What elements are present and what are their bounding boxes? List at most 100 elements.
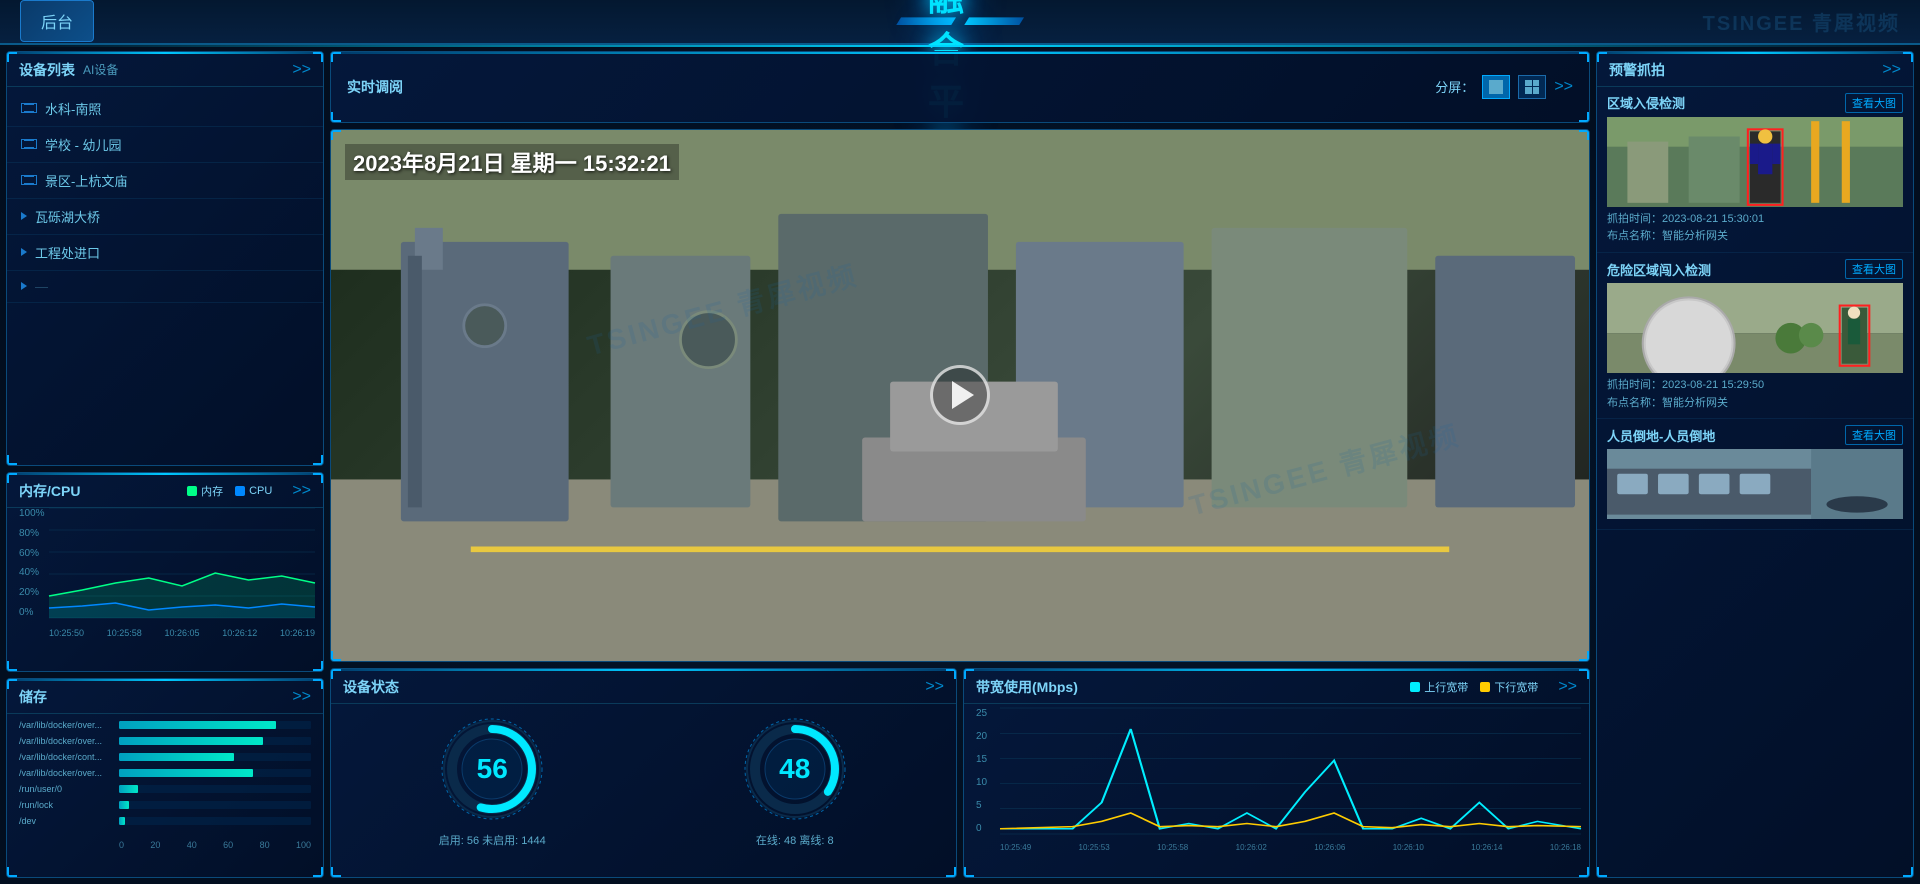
cpu-ram-chart: 100%80%60%40%20%0% — [7, 508, 323, 638]
down-label: 下行宽带 — [1494, 679, 1538, 695]
gauge-online-value: 56 — [437, 714, 547, 824]
mem-dot — [187, 486, 197, 496]
video-time-overlay: 2023年8月21日 星期一 15:32:21 — [345, 144, 679, 180]
video-main-panel[interactable]: 2023年8月21日 星期一 15:32:21 TSINGEE 青犀视频 TSI… — [330, 129, 1590, 662]
storage-expand[interactable]: >> — [292, 688, 311, 706]
alert-1-view-btn[interactable]: 查看大图 — [1845, 93, 1903, 113]
realtime-expand[interactable]: >> — [1554, 78, 1573, 96]
alert-3-title-row: 人员倒地-人员倒地 查看大图 — [1607, 425, 1903, 445]
alert-2-title: 危险区域闯入检测 — [1607, 260, 1711, 279]
bandwidth-title: 带宽使用(Mbps) — [976, 677, 1078, 697]
storage-row-1: /var/lib/docker/over... — [19, 720, 311, 730]
list-icon-1 — [21, 103, 37, 113]
bw-expand[interactable]: >> — [1558, 678, 1577, 696]
arrow-icon-6 — [21, 282, 27, 290]
device-item-4[interactable]: 瓦砾湖大桥 — [7, 199, 323, 235]
alert-1-time: 抓拍时间：2023-08-21 15:30:01 — [1607, 211, 1903, 229]
cpu-dot — [235, 486, 245, 496]
device-item-1[interactable]: 水科-南照 — [7, 91, 323, 127]
storage-bar-fill-5 — [119, 785, 138, 793]
storage-bar-bg-2 — [119, 737, 311, 745]
storage-row-6: /run/lock — [19, 800, 311, 810]
alert-2-view-btn[interactable]: 查看大图 — [1845, 259, 1903, 279]
alert-2-title-row: 危险区域闯入检测 查看大图 — [1607, 259, 1903, 279]
split-controls: 分屏： >> — [1435, 75, 1573, 99]
middle-panel: 实时调阅 分屏： >> — [330, 51, 1590, 878]
cpu-ram-panel: 内存/CPU 内存 CPU >> — [6, 472, 324, 672]
storage-bar-bg-3 — [119, 753, 311, 761]
bw-legend: 上行宽带 下行宽带 — [1398, 677, 1550, 697]
storage-row-2: /var/lib/docker/over... — [19, 736, 311, 746]
mem-label: 内存 — [201, 483, 223, 499]
split-btn-4[interactable] — [1518, 75, 1546, 99]
device-item-3[interactable]: 景区-上杭文庙 — [7, 163, 323, 199]
storage-bar-bg-7 — [119, 817, 311, 825]
split-label: 分屏： — [1435, 77, 1474, 96]
device-name-2: 学校 - 幼儿园 — [45, 135, 122, 154]
split-icon-single — [1489, 80, 1503, 94]
bandwidth-panel: 带宽使用(Mbps) 上行宽带 下行宽带 — [963, 668, 1590, 878]
storage-panel: 储存 >> /var/lib/docker/over... /var/lib/d… — [6, 678, 324, 878]
device-name-5: 工程处进口 — [35, 243, 100, 262]
alert-3-title: 人员倒地-人员倒地 — [1607, 426, 1715, 445]
device-list-expand[interactable]: >> — [292, 61, 311, 79]
device-item-6[interactable]: — — [7, 271, 323, 303]
storage-bar-fill-4 — [119, 769, 253, 777]
realtime-header: 实时调阅 分屏： >> — [331, 52, 1589, 122]
alert-1-svg — [1607, 117, 1903, 207]
back-button[interactable]: 后台 — [20, 0, 94, 42]
storage-label-7: /dev — [19, 816, 119, 826]
storage-row-3: /var/lib/docker/cont... — [19, 752, 311, 762]
video-play-button[interactable] — [930, 365, 990, 425]
split-btn-1[interactable] — [1482, 75, 1510, 99]
alert-panel: 预警抓拍 >> 区域入侵检测 查看大图 — [1596, 51, 1914, 878]
storage-row-7: /dev — [19, 816, 311, 826]
header-deco-right — [964, 17, 1024, 25]
device-item-2[interactable]: 学校 - 幼儿园 — [7, 127, 323, 163]
legend-down: 下行宽带 — [1480, 679, 1538, 695]
alert-2-svg — [1607, 283, 1903, 373]
alert-expand[interactable]: >> — [1882, 61, 1901, 79]
device-status-title: 设备状态 — [343, 677, 399, 697]
storage-bar-fill-2 — [119, 737, 263, 745]
alert-1-title-row: 区域入侵检测 查看大图 — [1607, 93, 1903, 113]
alert-3-view-btn[interactable]: 查看大图 — [1845, 425, 1903, 445]
realtime-title: 实时调阅 — [347, 77, 403, 97]
storage-label-6: /run/lock — [19, 800, 119, 810]
legend-up: 上行宽带 — [1410, 679, 1468, 695]
alert-1-location: 布点名称：智能分析网关 — [1607, 228, 1903, 246]
bw-svg — [1000, 708, 1581, 834]
device-status-expand[interactable]: >> — [925, 678, 944, 696]
video-placeholder: 2023年8月21日 星期一 15:32:21 TSINGEE 青犀视频 TSI… — [331, 130, 1589, 661]
main-container: 后台 视 频 融 合 平 台 TSINGEE 青犀视频 设备列表 AI设备 — [0, 0, 1920, 884]
device-item-5[interactable]: 工程处进口 — [7, 235, 323, 271]
gauge-online: 56 启用: 56 未启用: 1444 — [437, 714, 547, 848]
alert-item-1: 区域入侵检测 查看大图 — [1597, 87, 1913, 253]
alert-2-location: 布点名称：智能分析网关 — [1607, 395, 1903, 413]
bandwidth-header: 带宽使用(Mbps) 上行宽带 下行宽带 — [964, 669, 1589, 704]
right-panel: 预警抓拍 >> 区域入侵检测 查看大图 — [1596, 51, 1914, 878]
up-label: 上行宽带 — [1424, 679, 1468, 695]
alert-1-thumb — [1607, 117, 1903, 207]
bottom-row: 设备状态 >> — [330, 668, 1590, 878]
gauge-offline-value: 48 — [740, 714, 850, 824]
bw-x-labels: 10:25:4910:25:5310:25:5810:26:0210:26:06… — [1000, 843, 1581, 852]
storage-label-2: /var/lib/docker/over... — [19, 736, 119, 746]
bandwidth-chart: 2520151050 — [964, 704, 1589, 854]
storage-bar-fill-7 — [119, 817, 125, 825]
device-list-title: 设备列表 — [19, 60, 75, 80]
storage-bar-bg-1 — [119, 721, 311, 729]
alert-item-2: 危险区域闯入检测 查看大图 — [1597, 253, 1913, 419]
alert-header: 预警抓拍 >> — [1597, 52, 1913, 87]
storage-bar-fill-1 — [119, 721, 276, 729]
storage-bar-bg-6 — [119, 801, 311, 809]
cpu-ram-title: 内存/CPU — [19, 481, 80, 501]
storage-bar-bg-5 — [119, 785, 311, 793]
cpu-label: CPU — [249, 485, 272, 497]
arrow-icon-4 — [21, 212, 27, 220]
cpu-ram-expand[interactable]: >> — [292, 482, 311, 500]
chart-legend: 内存 CPU — [175, 481, 284, 501]
device-list-sub: AI设备 — [83, 61, 118, 78]
alert-3-svg — [1607, 449, 1903, 519]
legend-mem: 内存 — [187, 483, 223, 499]
